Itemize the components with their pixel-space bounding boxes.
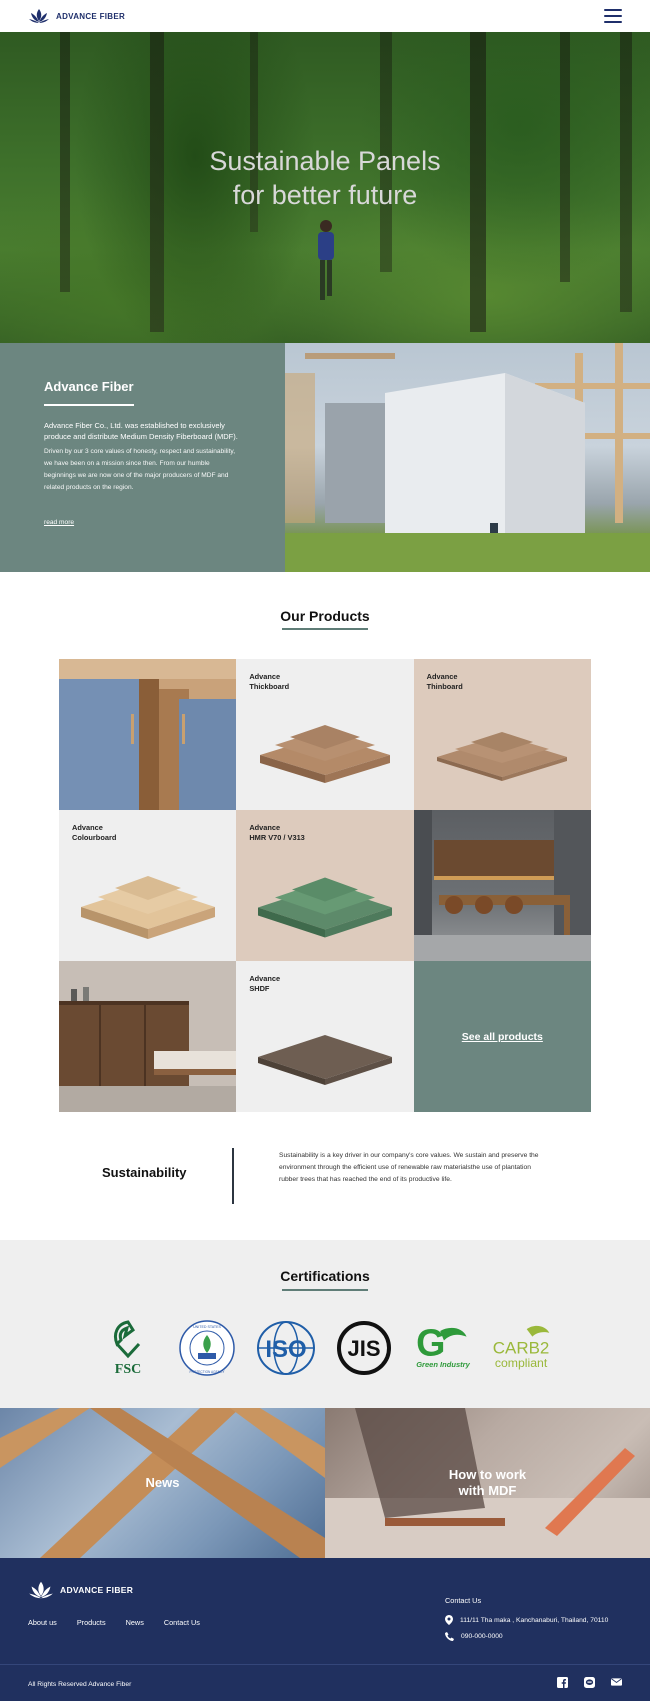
- product-image-kitchen: [413, 810, 591, 961]
- fsc-logo: FSC: [95, 1318, 161, 1378]
- about-title-underline: [44, 404, 134, 406]
- hero-title-line1: Sustainable Panels: [209, 146, 441, 176]
- footer-link-about[interactable]: About us: [28, 1618, 57, 1627]
- green-industry-logo: G Green Industry: [410, 1318, 476, 1378]
- lotus-logo-icon: [29, 9, 49, 23]
- factory-image: [285, 343, 650, 572]
- footer-link-products[interactable]: Products: [77, 1618, 106, 1627]
- thinboard-illustration: [437, 731, 568, 781]
- news-tile-label: News: [145, 1475, 180, 1490]
- sustainability-text: Sustainability is a key driver in our co…: [279, 1152, 539, 1183]
- feature-tiles: News How to work with MDF: [0, 1408, 650, 1558]
- footer-copyright: All Rights Reserved Advance Fiber: [28, 1681, 132, 1688]
- hero-title-line2: for better future: [232, 180, 418, 210]
- footer-social-links: [557, 1677, 622, 1688]
- brand-logo[interactable]: ADVANCE FIBER: [28, 8, 125, 24]
- colourboard-illustration: [80, 875, 215, 939]
- sustainability-title: Sustainability: [102, 1165, 187, 1180]
- footer-lotus-logo-icon: [29, 1581, 53, 1599]
- how-to-work-tile-label: How to work with MDF: [448, 1467, 527, 1498]
- products-grid: Advance Thickboard Advance Thinboard Adv…: [59, 659, 591, 1112]
- svg-text:G: G: [416, 1322, 445, 1364]
- footer-brand[interactable]: ADVANCE FIBER: [28, 1580, 133, 1600]
- product-image-living-room: [59, 961, 237, 1112]
- hiker-figure: [318, 220, 334, 300]
- sustainability-divider: [232, 1148, 234, 1204]
- product-card-thickboard[interactable]: Advance Thickboard: [236, 659, 414, 810]
- product-label-colourboard: Advance Colourboard: [72, 823, 117, 842]
- about-section: Advance Fiber Advance Fiber Co., Ltd. wa…: [0, 343, 650, 572]
- certifications-title: Certifications: [280, 1268, 370, 1284]
- hmr-board-illustration: [257, 877, 392, 938]
- jis-logo: JIS: [331, 1318, 397, 1378]
- product-card-shdf[interactable]: Advance SHDF: [236, 961, 414, 1112]
- how-to-work-tile[interactable]: How to work with MDF: [325, 1408, 650, 1558]
- compliant-text: compliant: [495, 1356, 548, 1370]
- line-icon[interactable]: [584, 1677, 595, 1688]
- phone-icon: [445, 1632, 454, 1641]
- product-label-thickboard: Advance Thickboard: [249, 672, 290, 691]
- email-icon[interactable]: [611, 1677, 622, 1688]
- footer-phone-row: 090-000-0000: [445, 1632, 608, 1641]
- svg-text:PROTECTION AGENCY: PROTECTION AGENCY: [189, 1370, 225, 1374]
- location-pin-icon: [445, 1615, 453, 1625]
- jis-text: JIS: [348, 1336, 381, 1361]
- read-more-link[interactable]: read more: [44, 519, 74, 526]
- products-title-underline: [282, 628, 368, 630]
- certification-logos: FSC UNITED STATES PROTECTION AGENCY ISO: [95, 1318, 555, 1378]
- carb2-text: CARB2: [493, 1339, 550, 1358]
- site-header: ADVANCE FIBER: [0, 0, 650, 32]
- hero-title: Sustainable Panels for better future: [0, 144, 650, 212]
- footer-link-contact[interactable]: Contact Us: [164, 1618, 200, 1627]
- footer-contact: Contact Us 111/11 Tha maka , Kanchanabur…: [445, 1596, 608, 1648]
- brand-name: ADVANCE FIBER: [56, 11, 126, 21]
- hero-banner: Sustainable Panels for better future: [0, 32, 650, 343]
- news-tile[interactable]: News: [0, 1408, 325, 1558]
- product-image-cabinet: [59, 659, 237, 810]
- certifications-title-underline: [282, 1289, 368, 1291]
- product-card-colourboard[interactable]: Advance Colourboard: [59, 810, 237, 961]
- thickboard-illustration: [259, 724, 390, 783]
- facebook-icon[interactable]: [557, 1677, 568, 1688]
- footer-brand-name: ADVANCE FIBER: [60, 1585, 134, 1595]
- epa-logo: UNITED STATES PROTECTION AGENCY: [174, 1318, 240, 1378]
- about-body-text: Driven by our 3 core values of honesty, …: [44, 448, 236, 491]
- green-industry-text: Green Industry: [416, 1360, 470, 1369]
- about-lead-text: Advance Fiber Co., Ltd. was established …: [44, 421, 238, 441]
- footer-divider: [0, 1664, 650, 1665]
- shdf-board-illustration: [257, 1034, 392, 1085]
- about-title: Advance Fiber: [44, 379, 134, 394]
- see-all-products-card[interactable]: See all products: [413, 961, 591, 1112]
- see-all-products-link[interactable]: See all products: [462, 1031, 543, 1043]
- footer-address-row: 111/11 Tha maka , Kanchanaburi, Thailand…: [445, 1615, 608, 1625]
- product-label-shdf: Advance SHDF: [249, 974, 281, 993]
- carb2-logo: CARB2 compliant: [489, 1318, 555, 1378]
- product-card-thinboard[interactable]: Advance Thinboard: [413, 659, 591, 810]
- product-card-hmr[interactable]: Advance HMR V70 / V313: [236, 810, 414, 961]
- footer-link-news[interactable]: News: [126, 1618, 144, 1627]
- footer-contact-title: Contact Us: [445, 1596, 482, 1605]
- fsc-text: FSC: [115, 1362, 141, 1377]
- iso-logo: ISO: [253, 1318, 319, 1378]
- hamburger-menu-icon[interactable]: [604, 9, 622, 23]
- about-panel: Advance Fiber Advance Fiber Co., Ltd. wa…: [0, 343, 285, 572]
- iso-text: ISO: [265, 1336, 306, 1363]
- footer-nav: About us Products News Contact Us: [28, 1618, 200, 1627]
- product-label-hmr: Advance HMR V70 / V313: [249, 823, 305, 842]
- certifications-section: Certifications FSC UNITED STATES PROTECT…: [0, 1240, 650, 1408]
- footer-phone[interactable]: 090-000-0000: [461, 1633, 503, 1640]
- product-label-thinboard: Advance Thinboard: [426, 672, 463, 691]
- footer-address: 111/11 Tha maka , Kanchanaburi, Thailand…: [460, 1616, 609, 1624]
- site-footer: ADVANCE FIBER About us Products News Con…: [0, 1558, 650, 1701]
- svg-text:UNITED STATES: UNITED STATES: [193, 1325, 221, 1329]
- products-title: Our Products: [280, 608, 370, 624]
